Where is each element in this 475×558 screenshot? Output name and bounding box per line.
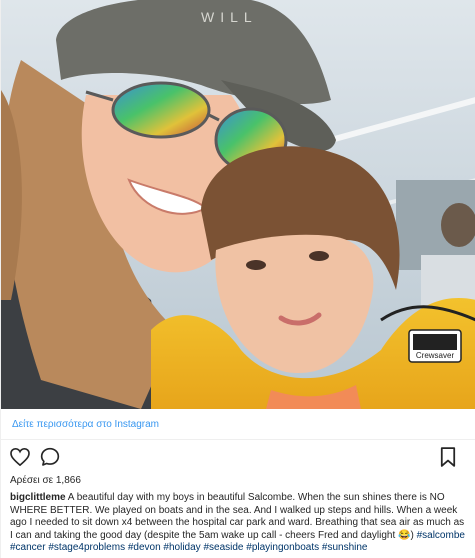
- action-bar: [1, 440, 475, 474]
- crewsaver-logo: Crewsaver: [408, 329, 462, 363]
- likes-count[interactable]: Αρέσει σε 1,866: [1, 474, 475, 488]
- caption-username[interactable]: bigclittleme: [10, 492, 66, 503]
- svg-text:WILL: WILL: [201, 9, 258, 25]
- post-photo[interactable]: WILL Crewsaver: [1, 0, 475, 409]
- heart-icon[interactable]: [9, 446, 31, 468]
- instagram-embed: WILL Crewsaver Δείτε περισσότερα στο Ins…: [0, 0, 475, 558]
- svg-text:Crewsaver: Crewsaver: [416, 351, 455, 360]
- view-more-link[interactable]: Δείτε περισσότερα στο Instagram: [1, 409, 475, 440]
- comment-icon[interactable]: [39, 446, 61, 468]
- bookmark-icon[interactable]: [437, 446, 459, 468]
- caption-text: A beautiful day with my boys in beautifu…: [10, 492, 465, 541]
- photo-illustration: WILL Crewsaver: [1, 0, 475, 409]
- post-caption: bigclittleme A beautiful day with my boy…: [1, 488, 475, 555]
